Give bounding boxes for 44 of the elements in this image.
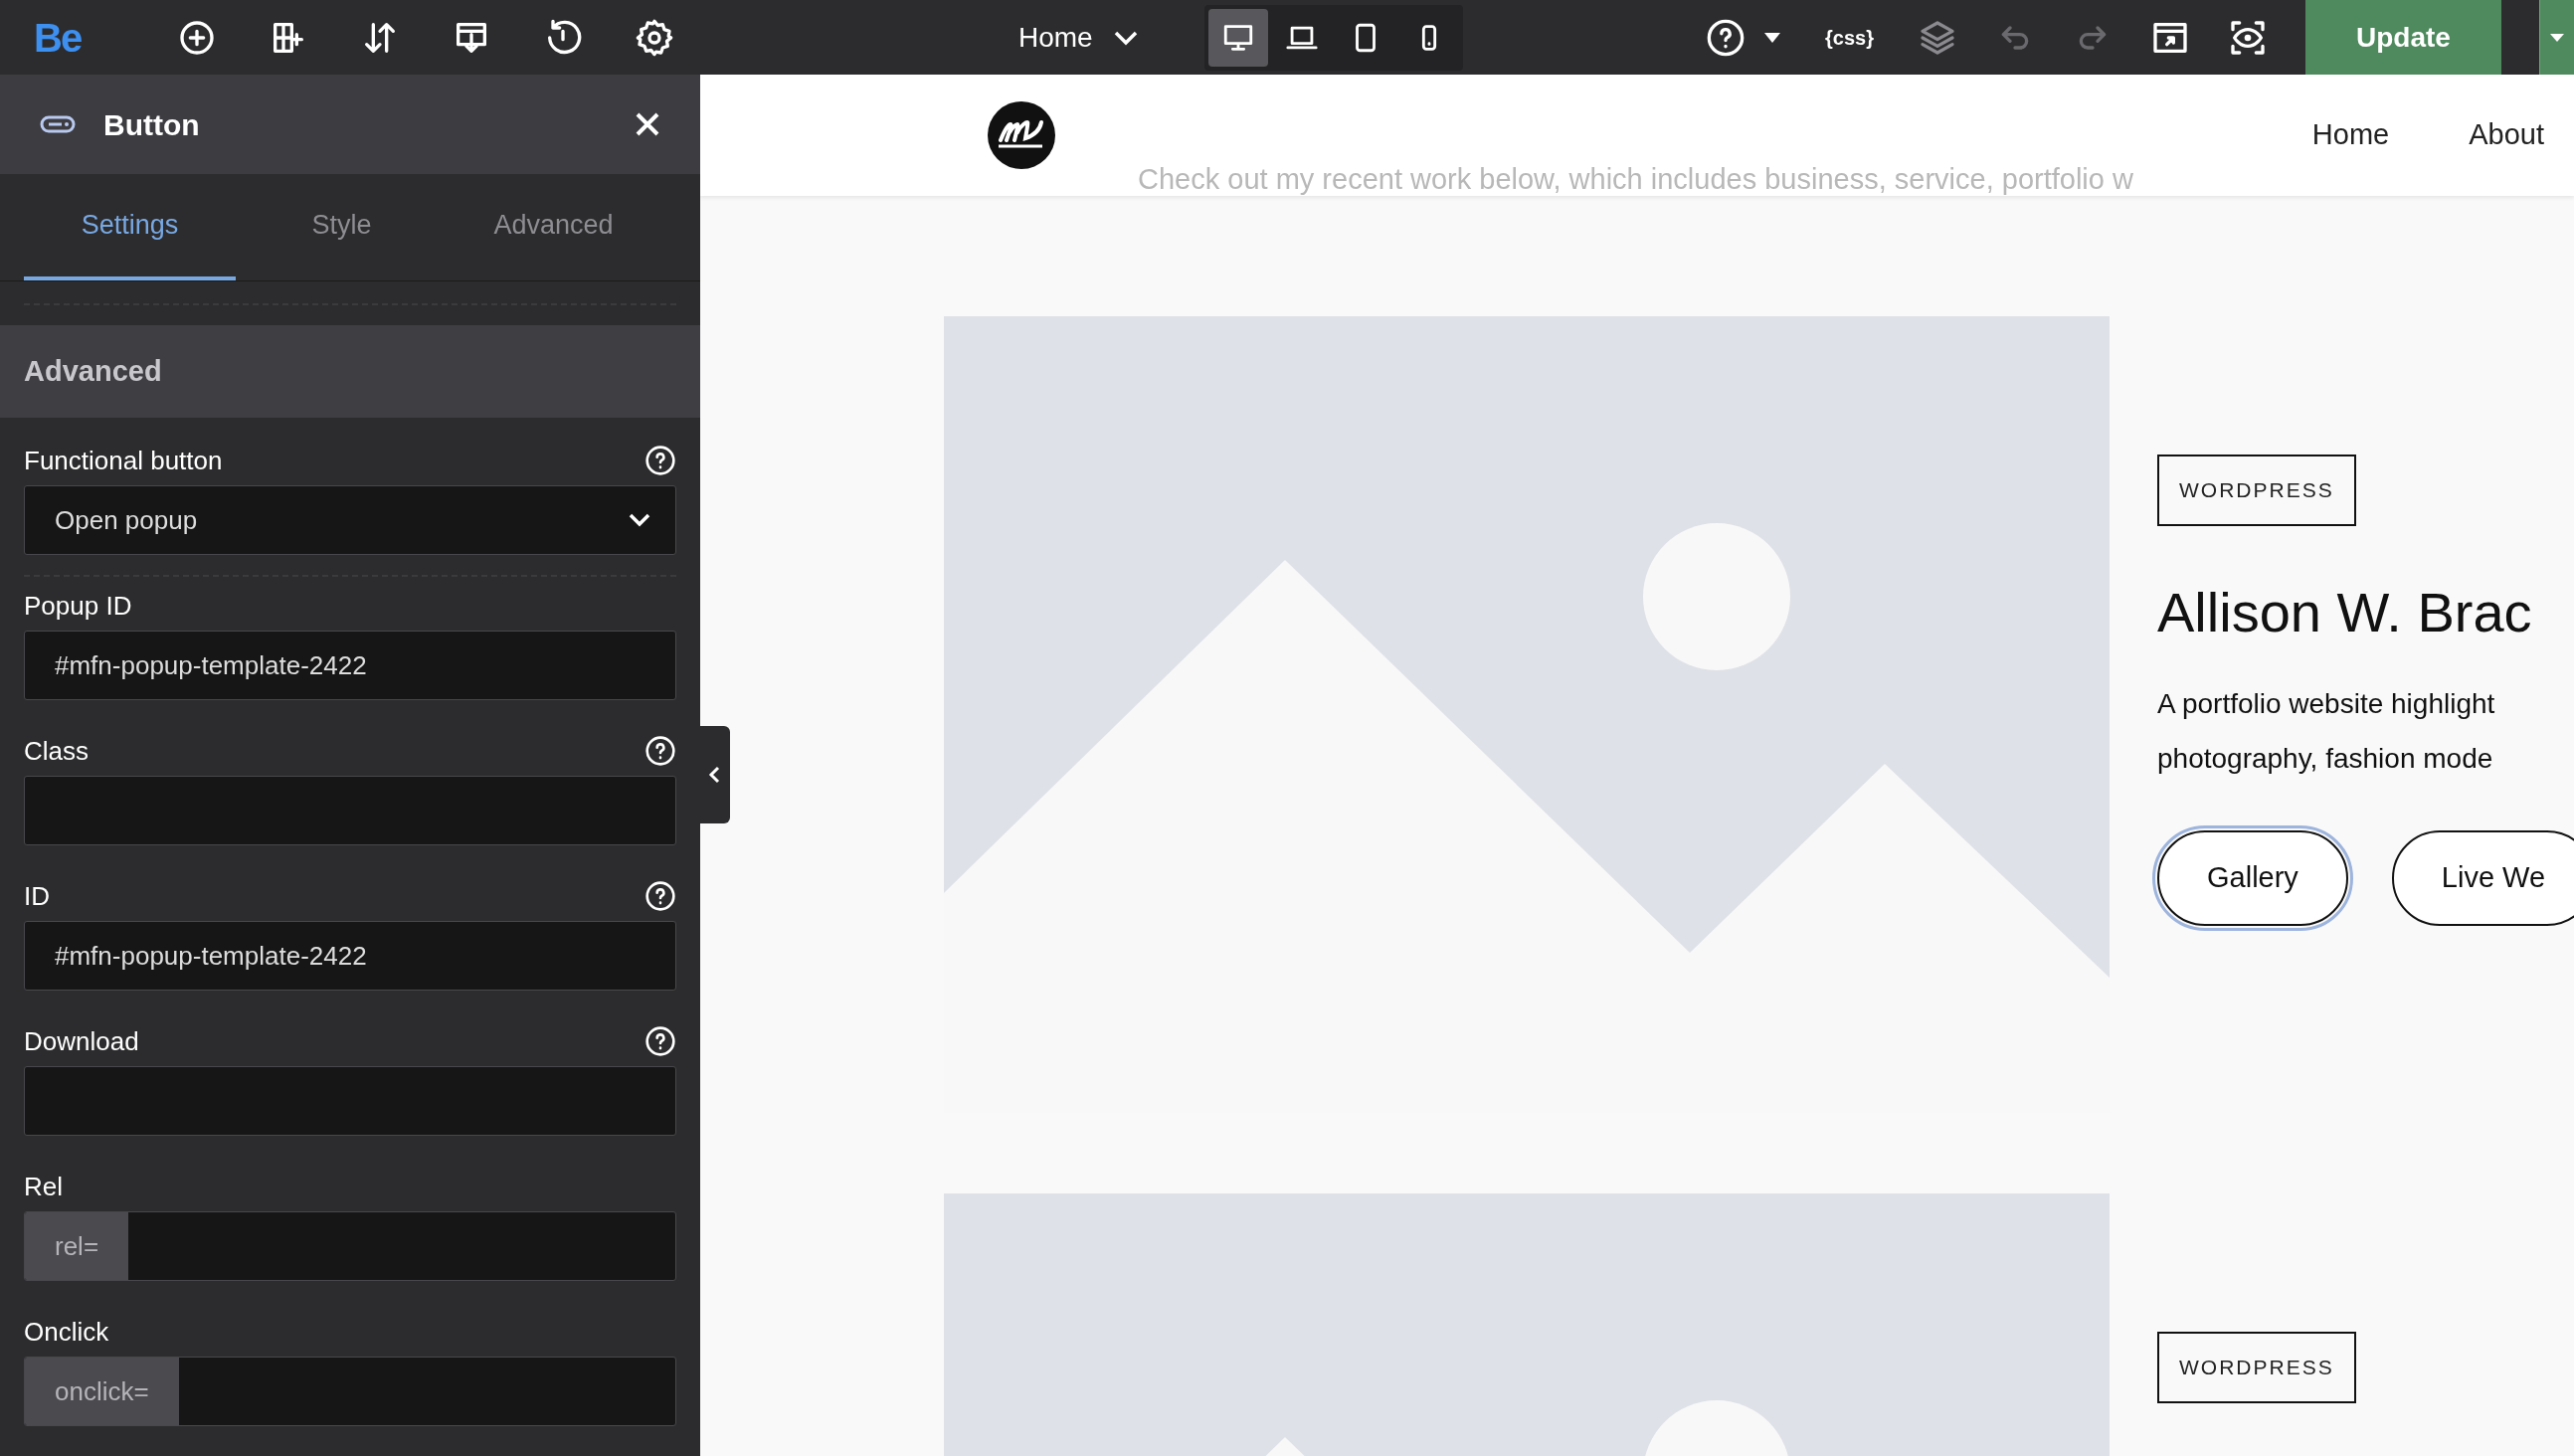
help-icon[interactable] [1706,17,1747,58]
update-options-button[interactable] [2539,0,2574,75]
select-field[interactable]: Open popup [24,485,676,555]
description-text: A portfolio website highlight [2157,686,2495,721]
panel-tab[interactable]: Style [236,174,448,280]
close-icon[interactable] [635,111,660,137]
chevron-down-icon [628,512,651,528]
site-logo-icon [987,100,1056,170]
input-field[interactable]: #mfn-popup-template-2422 [25,922,675,990]
desktop-view-button[interactable] [1207,8,1268,67]
project-button[interactable]: Live We [2391,829,2574,926]
panel-title: Button [103,106,201,143]
caret-down-icon[interactable] [1763,31,1782,44]
field-label: Functional button [24,444,223,477]
logo-text: Be [34,14,83,62]
nav-link[interactable]: Home [2311,113,2390,157]
field-label: Rel [24,1170,63,1203]
intro-text: Check out my recent work below, which includes business, service, portfolio w [1138,162,2133,197]
field-label: ID [24,879,50,913]
field-label: Onclick [24,1315,109,1349]
project-title: Allison W. Brac [2157,579,2532,645]
help-icon[interactable] [644,1025,676,1057]
help-icon[interactable] [644,735,676,767]
section-header: Advanced [0,325,700,418]
settings-icon[interactable] [635,17,674,58]
input-field[interactable]: #mfn-popup-template-2422 [25,632,675,699]
css-editor-button[interactable]: {css} [1819,21,1880,54]
button-element-icon [40,114,76,134]
panel-tab[interactable]: Advanced [448,174,659,280]
description-text: photography, fashion mode [2157,741,2494,776]
category-tag: WORDPRESS [2157,1332,2356,1403]
nav-link[interactable]: About [2469,113,2544,157]
caret-down-icon [2549,32,2565,43]
chevron-down-icon [1112,29,1139,46]
update-button[interactable]: Update [2305,0,2501,75]
field-label: Class [24,734,89,768]
help-icon[interactable] [644,445,676,476]
panel-tab[interactable]: Settings [24,174,236,280]
help-icon[interactable] [644,880,676,912]
category-tag: WORDPRESS [2157,455,2356,526]
collapse-handle[interactable] [700,726,730,823]
page-selector[interactable]: Home [1012,15,1145,60]
field-label: Popup ID [24,589,132,623]
field-label: Download [24,1024,139,1058]
